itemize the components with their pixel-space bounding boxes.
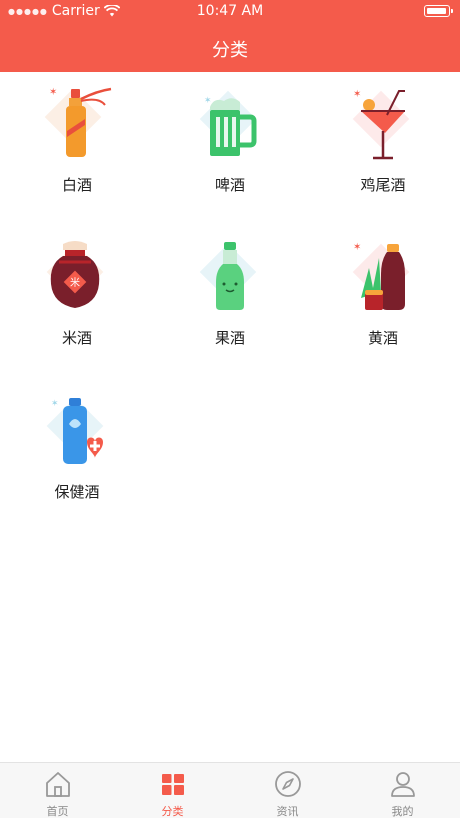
health-wine-bottle-icon: ✶ [46, 397, 104, 464]
category-label: 白酒 [61, 176, 92, 194]
status-bar: ●●●●● Carrier 10:47 AM [0, 0, 460, 24]
battery-icon [424, 5, 453, 17]
category-label: 果酒 [214, 329, 245, 347]
category-label: 米酒 [61, 329, 92, 347]
category-label: 保健酒 [54, 483, 100, 501]
tab-news[interactable]: 资讯 [230, 763, 345, 818]
category-label: 啤酒 [214, 176, 245, 194]
category-item-health-wine[interactable]: ✶ 保健酒 [2, 392, 152, 532]
category-item-baijiu[interactable]: ✶ 白酒 [2, 85, 152, 225]
tab-label: 我的 [391, 805, 414, 818]
liquor-bottle-icon: ✶ [44, 87, 112, 157]
user-icon [391, 772, 415, 797]
category-item-cocktail[interactable]: ✶ 鸡尾酒 [308, 85, 458, 225]
category-item-rice-wine[interactable]: 米 米酒 [2, 238, 152, 378]
tab-label: 首页 [46, 805, 69, 818]
cocktail-glass-icon: ✶ [352, 89, 410, 160]
app-header: ●●●●● Carrier 10:47 AM 分类 [0, 0, 460, 72]
beer-mug-icon: ✶ [199, 90, 257, 156]
category-label: 黄酒 [367, 329, 398, 347]
category-item-fruit-wine[interactable]: 果酒 [155, 238, 305, 378]
tab-label: 资讯 [276, 805, 299, 818]
tab-bar: 首页 分类 资讯 我的 [0, 762, 460, 818]
svg-text:米: 米 [70, 276, 80, 289]
category-item-yellow-wine[interactable]: ✶ 黄酒 [308, 238, 458, 378]
yellow-wine-icon: ✶ [352, 242, 410, 310]
tab-label: 分类 [161, 805, 184, 818]
svg-text:✶: ✶ [353, 89, 361, 100]
tab-mine[interactable]: 我的 [345, 763, 460, 818]
home-icon [46, 772, 70, 797]
rice-wine-jar-icon: 米 [46, 241, 104, 308]
category-grid-icon [162, 774, 184, 795]
status-time: 10:47 AM [196, 3, 264, 19]
page-title: 分类 [212, 40, 248, 61]
svg-text:✶: ✶ [353, 242, 361, 253]
tab-home[interactable]: 首页 [0, 763, 115, 818]
svg-text:✶: ✶ [49, 87, 57, 98]
compass-icon [275, 771, 301, 797]
fruit-wine-bottle-icon [199, 242, 257, 310]
svg-text:✶: ✶ [51, 399, 59, 409]
category-item-beer[interactable]: ✶ 啤酒 [155, 85, 305, 225]
category-label: 鸡尾酒 [360, 176, 406, 194]
svg-text:✶: ✶ [204, 96, 212, 106]
tab-category[interactable]: 分类 [115, 763, 230, 818]
